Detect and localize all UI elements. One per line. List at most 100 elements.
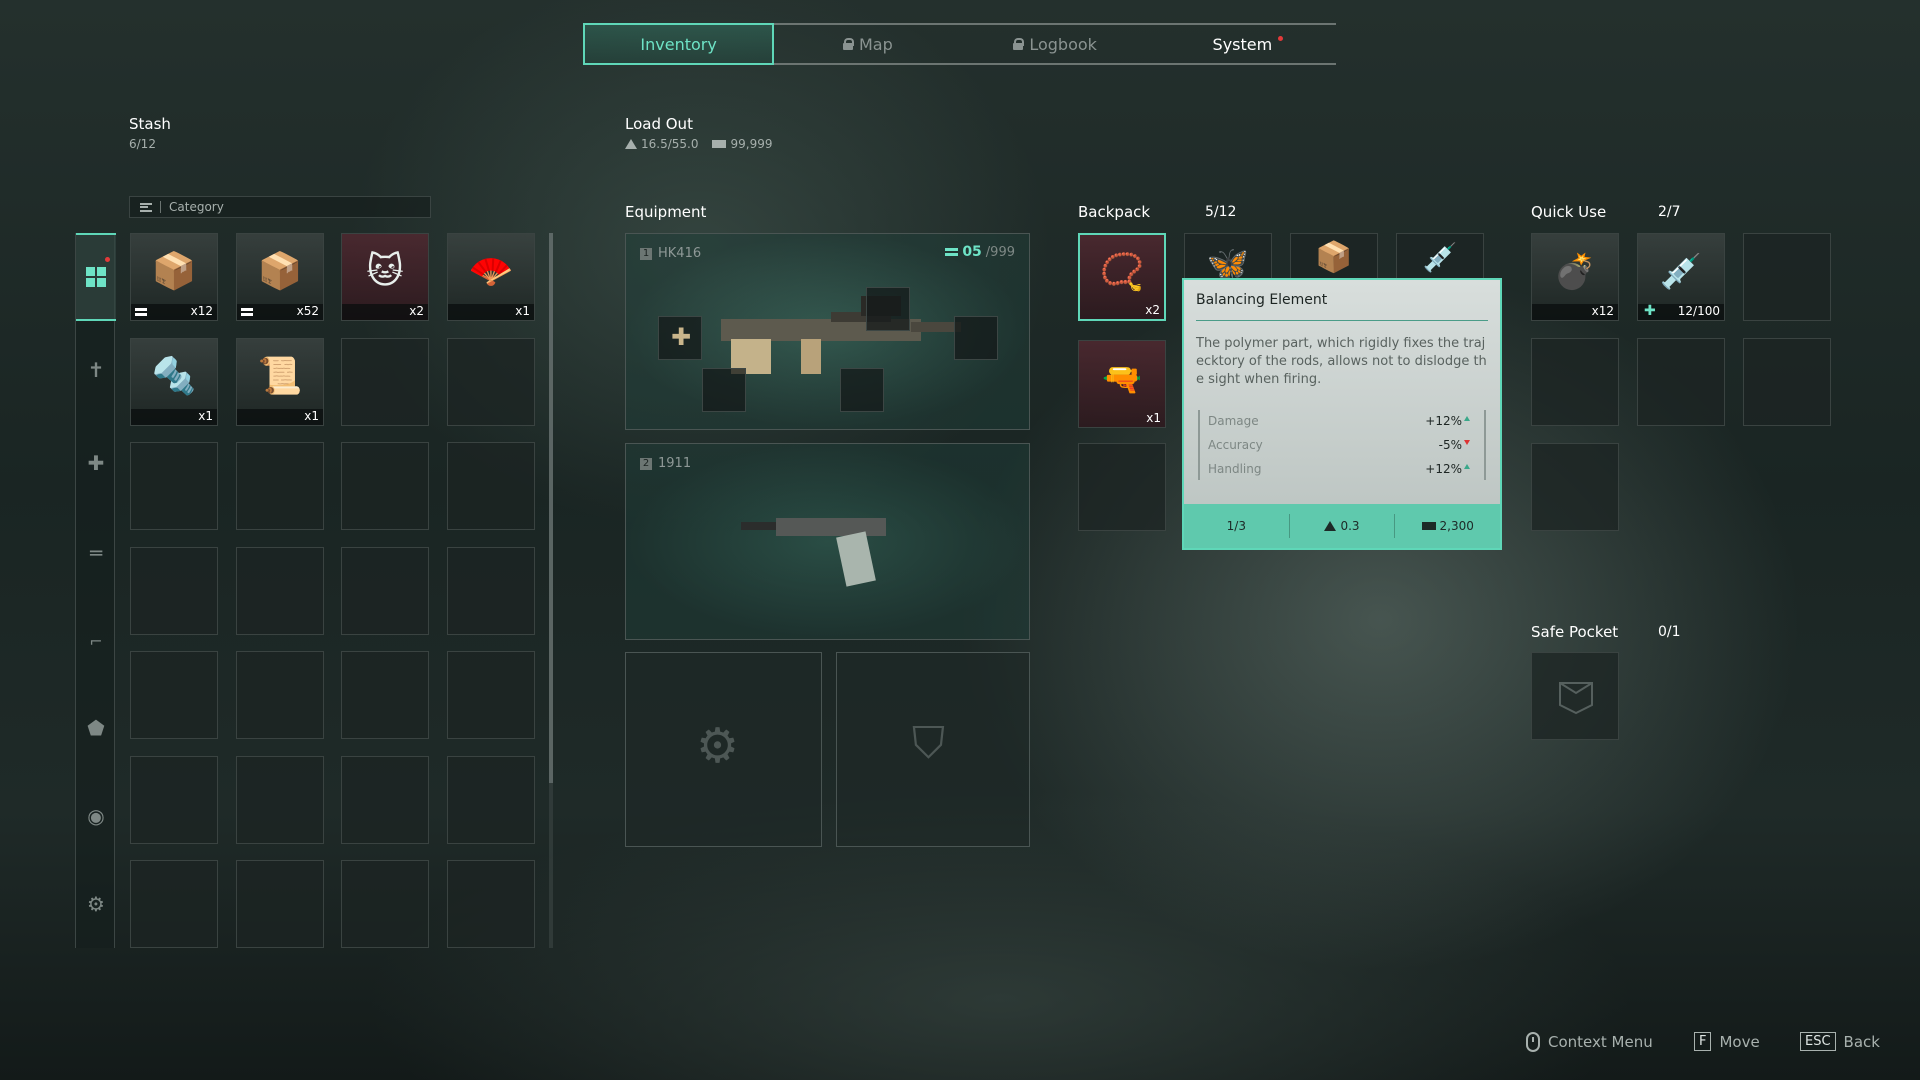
stash-slot[interactable] (447, 442, 535, 530)
mod-slot-grip[interactable] (840, 368, 884, 412)
stash-slot[interactable] (341, 756, 429, 844)
gadget-slot[interactable]: ⚙ (625, 652, 822, 847)
tab-logbook[interactable]: Logbook (962, 25, 1149, 63)
ammo-icon (945, 248, 959, 256)
safe-pocket-slot[interactable] (1531, 652, 1619, 740)
mod-slot-charm[interactable] (702, 368, 746, 412)
money-icon (712, 140, 727, 148)
secondary-weapon-slot[interactable]: 2 1911 (625, 443, 1030, 640)
stash-slot[interactable] (130, 442, 218, 530)
cross-icon: ✝ (87, 358, 105, 382)
mod-slot-sight[interactable] (866, 287, 910, 331)
stash-slot[interactable] (130, 860, 218, 948)
ammo-icon (241, 308, 253, 316)
quick-use-slot[interactable] (1531, 443, 1619, 531)
folding-fan-icon: 🪭 (468, 251, 514, 292)
stash-slot[interactable]: 📦 x12 (130, 233, 218, 321)
lucky-cat-icon: 🐱 (366, 251, 404, 292)
gear-icon: ⚙ (87, 892, 105, 916)
plus-icon: ✚ (1644, 303, 1656, 319)
stash-slot[interactable] (447, 338, 535, 426)
quick-use-slot[interactable] (1743, 233, 1831, 321)
category-all-button[interactable] (76, 233, 116, 321)
tooltip-title: Balancing Element (1196, 292, 1328, 308)
stash-slot[interactable]: 📦 x52 (236, 233, 324, 321)
tab-map[interactable]: Map (774, 25, 961, 63)
category-ammo-button[interactable]: ═ (76, 533, 116, 573)
filter-icon (140, 202, 152, 212)
stash-slot[interactable] (341, 338, 429, 426)
cross-icon: ✚ (671, 323, 692, 351)
ammo-counter: 05/999 (945, 244, 1015, 260)
lock-icon (1013, 38, 1025, 50)
stash-slot[interactable] (236, 651, 324, 739)
quick-use-slot[interactable] (1531, 338, 1619, 426)
stash-slot[interactable] (236, 547, 324, 635)
quick-use-slot[interactable] (1637, 338, 1725, 426)
rosary-icon: 📿 (1099, 252, 1145, 293)
backpack-capacity: 5/12 (1205, 204, 1237, 220)
category-misc-button[interactable]: ⚙ (76, 884, 116, 924)
quick-use-title: Quick Use (1531, 203, 1607, 221)
primary-weapon-slot[interactable]: 1 HK416 05/999 ✚ (625, 233, 1030, 430)
quick-use-slot[interactable]: 💉 ✚ 12/100 (1637, 233, 1725, 321)
talisman-icon: 📜 (257, 356, 303, 397)
category-valuables-button[interactable]: ⬟ (76, 708, 116, 748)
tooltip-stack: 1/3 (1184, 514, 1290, 538)
quick-use-slot[interactable] (1743, 338, 1831, 426)
tab-system[interactable]: System (1149, 25, 1336, 63)
category-medical-button[interactable]: ✚ (76, 443, 116, 483)
armor-slot[interactable]: ⛉ (836, 652, 1030, 847)
stash-slot[interactable] (341, 651, 429, 739)
quick-use-slot[interactable]: 💣 x12 (1531, 233, 1619, 321)
category-visual-button[interactable]: ◉ (76, 796, 116, 836)
stat-up-icon (1464, 464, 1470, 469)
stash-slot[interactable] (130, 756, 218, 844)
stash-slot[interactable] (447, 756, 535, 844)
category-melee-button[interactable]: ✝ (76, 350, 116, 390)
stash-slot[interactable] (236, 442, 324, 530)
equipment-title: Equipment (625, 203, 707, 221)
category-weapon-button[interactable]: ⌐ (76, 621, 116, 661)
backpack-slot[interactable]: 🔫 x1 (1078, 340, 1166, 428)
stash-slot[interactable]: 🔩 x1 (130, 338, 218, 426)
stash-slot[interactable] (130, 651, 218, 739)
ammo-icon: ═ (89, 541, 103, 565)
rifle-icon: 🔫 (1102, 360, 1142, 398)
safe-pocket-title: Safe Pocket (1531, 623, 1619, 641)
stash-scroll-thumb[interactable] (549, 233, 553, 783)
loadout-stats: 16.5/55.0 99,999 (625, 137, 772, 151)
tab-inventory[interactable]: Inventory (583, 23, 775, 65)
shield-icon: ⛉ (912, 718, 945, 769)
stash-slot[interactable] (341, 442, 429, 530)
stash-title: Stash (129, 115, 171, 133)
category-filter[interactable]: Category (129, 196, 431, 218)
mod-slot-stock[interactable] (954, 316, 998, 360)
stash-slot[interactable] (236, 756, 324, 844)
ammo-icon (135, 308, 147, 316)
tooltip-footer: 1/3 0.3 2,300 (1184, 504, 1500, 548)
backpack-slot[interactable]: 📿 x2 (1078, 233, 1166, 321)
stash-slot[interactable] (236, 860, 324, 948)
stash-slot[interactable]: 🪭 x1 (447, 233, 535, 321)
stash-slot[interactable] (447, 860, 535, 948)
backpack-slot[interactable] (1078, 443, 1166, 531)
stat-up-icon (1464, 416, 1470, 421)
hint-context-menu: Context Menu (1526, 1032, 1653, 1052)
stash-slot[interactable] (130, 547, 218, 635)
stash-slot[interactable] (341, 860, 429, 948)
stash-slot[interactable]: 📜 x1 (236, 338, 324, 426)
pistol-icon (741, 518, 886, 587)
stash-slot[interactable]: 🐱 x2 (341, 233, 429, 321)
tooltip-stats: Damage +12% Accuracy -5% Handling +12% (1198, 410, 1486, 480)
hint-back[interactable]: ESC Back (1800, 1032, 1880, 1051)
pistol-icon: ⌐ (89, 631, 103, 651)
hint-move[interactable]: F Move (1694, 1032, 1760, 1051)
grid-icon (86, 267, 106, 287)
mod-slot-muzzle[interactable]: ✚ (658, 316, 702, 360)
eye-icon: ◉ (87, 804, 105, 828)
stash-slot[interactable] (447, 547, 535, 635)
stash-slot[interactable] (447, 651, 535, 739)
stash-slot[interactable] (341, 547, 429, 635)
key-esc: ESC (1800, 1032, 1836, 1051)
